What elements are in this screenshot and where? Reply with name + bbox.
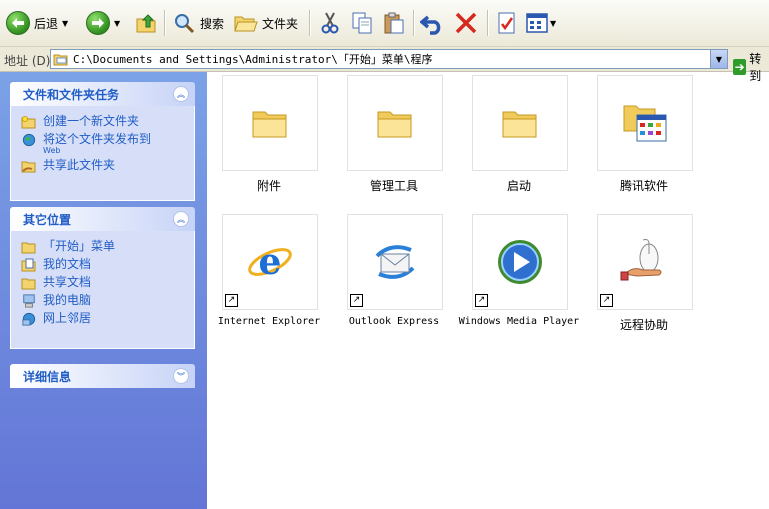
folder-small-icon: [53, 54, 68, 66]
address-dropdown-icon[interactable]: ▼: [710, 50, 727, 68]
up-folder-button[interactable]: [135, 8, 159, 38]
address-label: 地址 (D): [4, 54, 51, 68]
go-button[interactable]: ➔ 转到: [733, 50, 769, 84]
copy-icon: [352, 12, 372, 34]
task-pane: 文件和文件夹任务 ︽ 创建一个新文件夹 将这个文件夹发布到 Web 共享此文件夹…: [0, 72, 207, 509]
file-tasks-panel: 文件和文件夹任务 ︽ 创建一个新文件夹 将这个文件夹发布到 Web 共享此文件夹: [10, 82, 195, 201]
task-new-folder[interactable]: 创建一个新文件夹: [21, 114, 194, 129]
network-places-icon: [22, 312, 36, 326]
back-dropdown-icon[interactable]: ▼: [62, 19, 68, 28]
shared-folder-icon: [21, 278, 36, 290]
address-bar: 地址 (D) C:\Documents and Settings\Adminis…: [0, 47, 769, 83]
properties-button[interactable]: [496, 8, 518, 38]
collapse-chevron-icon[interactable]: ︽: [173, 86, 189, 102]
delete-x-icon: [455, 12, 477, 34]
place-start-menu[interactable]: 「开始」菜单: [21, 239, 194, 254]
svg-text:e: e: [259, 241, 282, 283]
go-arrow-icon: ➔: [733, 59, 747, 75]
back-arrow-icon: [6, 11, 30, 35]
views-dropdown-icon[interactable]: ▼: [550, 19, 556, 28]
media-player-icon: [498, 240, 542, 284]
task-publish-web[interactable]: 将这个文件夹发布到 Web: [21, 132, 194, 155]
shortcut-arrow-icon: ↗: [600, 294, 613, 307]
place-my-computer[interactable]: 我的电脑: [21, 293, 194, 308]
folder-icon: [502, 111, 537, 138]
shortcut-arrow-icon: ↗: [350, 294, 363, 307]
undo-icon: [420, 15, 441, 35]
details-panel: 详细信息 ︾: [10, 364, 195, 388]
place-shared-documents[interactable]: 共享文档: [21, 275, 194, 290]
scissors-icon: [321, 12, 339, 34]
address-path: C:\Documents and Settings\Administrator\…: [73, 53, 433, 66]
outlook-express-icon: [375, 245, 415, 279]
details-header[interactable]: 详细信息 ︾: [10, 364, 195, 388]
my-documents-icon: [21, 258, 36, 272]
views-button[interactable]: ▼: [526, 8, 556, 38]
share-folder-icon: [21, 161, 36, 173]
collapse-chevron-icon[interactable]: ︽: [173, 211, 189, 227]
my-computer-icon: [23, 294, 35, 308]
new-folder-icon: [21, 116, 36, 129]
delete-button[interactable]: [454, 8, 478, 38]
back-button[interactable]: 后退 ▼: [6, 8, 68, 38]
forward-dropdown-icon[interactable]: ▼: [114, 19, 120, 28]
folders-button[interactable]: 文件夹: [234, 8, 298, 38]
shortcut-arrow-icon: ↗: [475, 294, 488, 307]
expand-chevron-icon[interactable]: ︾: [173, 368, 189, 384]
place-network[interactable]: 网上邻居: [21, 311, 194, 326]
folders-icon: [234, 16, 258, 32]
cut-button[interactable]: [318, 8, 342, 38]
paste-icon: [384, 12, 404, 34]
remote-assistance-icon: [620, 239, 662, 281]
shortcut-arrow-icon: ↗: [225, 294, 238, 307]
toolbar: 后退 ▼ ▼ 搜索 文件夹 ▼: [0, 0, 769, 47]
search-icon: [175, 14, 195, 34]
forward-arrow-icon: [86, 11, 110, 35]
forward-button[interactable]: ▼: [86, 8, 120, 38]
internet-explorer-icon: e: [248, 241, 292, 283]
program-folder-icon: [623, 105, 667, 142]
copy-button[interactable]: [350, 8, 374, 38]
undo-button[interactable]: [420, 8, 446, 38]
other-places-header[interactable]: 其它位置 ︽: [10, 207, 195, 231]
task-share-folder[interactable]: 共享此文件夹: [21, 158, 194, 173]
publish-web-icon: [22, 133, 36, 147]
file-tasks-header[interactable]: 文件和文件夹任务 ︽: [10, 82, 195, 106]
views-icon: [526, 13, 548, 33]
search-button[interactable]: 搜索: [172, 8, 224, 38]
properties-icon: [498, 12, 515, 34]
address-input[interactable]: C:\Documents and Settings\Administrator\…: [50, 49, 728, 69]
paste-button[interactable]: [382, 8, 406, 38]
folder-icon: [21, 242, 36, 254]
folder-icon: [252, 111, 287, 138]
up-folder-icon: [136, 14, 156, 33]
other-places-panel: 其它位置 ︽ 「开始」菜单 我的文档 共享文档 我的电脑 网上邻居: [10, 207, 195, 349]
place-my-documents[interactable]: 我的文档: [21, 257, 194, 272]
folder-icon: [377, 111, 412, 138]
